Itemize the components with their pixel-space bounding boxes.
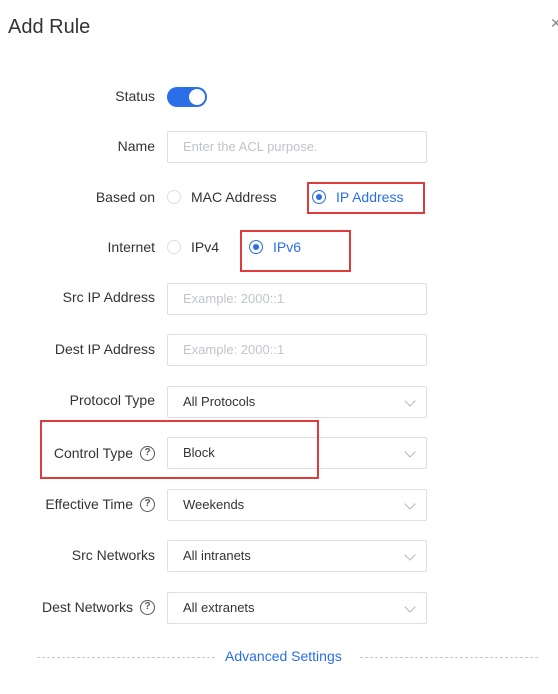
chevron-down-icon <box>404 446 416 458</box>
name-input[interactable]: Enter the ACL purpose. <box>167 131 427 163</box>
effective-time-value: Weekends <box>183 497 245 512</box>
name-label: Name <box>117 138 155 154</box>
protocol-type-select[interactable]: All Protocols <box>167 386 427 418</box>
dest-ip-input[interactable]: Example: 2000::1 <box>167 334 427 366</box>
protocol-type-value: All Protocols <box>183 394 256 409</box>
dest-networks-select[interactable]: All extranets <box>167 592 427 624</box>
close-icon[interactable]: ✕ <box>550 16 558 30</box>
protocol-type-label: Protocol Type <box>69 392 155 408</box>
src-networks-label: Src Networks <box>71 547 155 563</box>
radio-circle <box>167 240 181 254</box>
internet-label: Internet <box>107 239 155 255</box>
divider-left <box>37 657 215 658</box>
radio-circle <box>167 190 181 204</box>
status-toggle[interactable] <box>167 87 207 107</box>
chevron-down-icon <box>404 395 416 407</box>
based-on-label: Based on <box>95 189 155 205</box>
src-ip-placeholder: Example: 2000::1 <box>183 291 285 306</box>
radio-ipv4[interactable]: IPv4 <box>167 239 219 255</box>
highlight-box-ipv6 <box>240 230 351 272</box>
help-icon[interactable]: ? <box>140 496 155 512</box>
chevron-down-icon <box>404 601 416 613</box>
dialog-title: Add Rule <box>8 16 91 38</box>
src-networks-select[interactable]: All intranets <box>167 540 427 572</box>
effective-time-label: Effective Time? <box>45 496 155 512</box>
divider-right <box>360 657 538 658</box>
help-icon[interactable]: ? <box>140 599 155 615</box>
dest-ip-label: Dest IP Address <box>54 341 155 357</box>
highlight-box-ip-address <box>307 182 425 214</box>
src-ip-input[interactable]: Example: 2000::1 <box>167 283 427 315</box>
chevron-down-icon <box>404 498 416 510</box>
status-label: Status <box>115 88 155 104</box>
src-ip-label: Src IP Address <box>62 289 155 305</box>
dest-ip-placeholder: Example: 2000::1 <box>183 342 285 357</box>
chevron-down-icon <box>404 549 416 561</box>
toggle-knob <box>189 89 205 105</box>
highlight-box-control-type <box>40 420 319 479</box>
effective-time-select[interactable]: Weekends <box>167 489 427 521</box>
src-networks-value: All intranets <box>183 548 251 563</box>
name-placeholder: Enter the ACL purpose. <box>183 139 318 154</box>
radio-mac-address[interactable]: MAC Address <box>167 189 277 205</box>
dest-networks-value: All extranets <box>183 600 255 615</box>
dest-networks-label: Dest Networks? <box>42 599 155 615</box>
advanced-settings-link[interactable]: Advanced Settings <box>225 648 342 664</box>
